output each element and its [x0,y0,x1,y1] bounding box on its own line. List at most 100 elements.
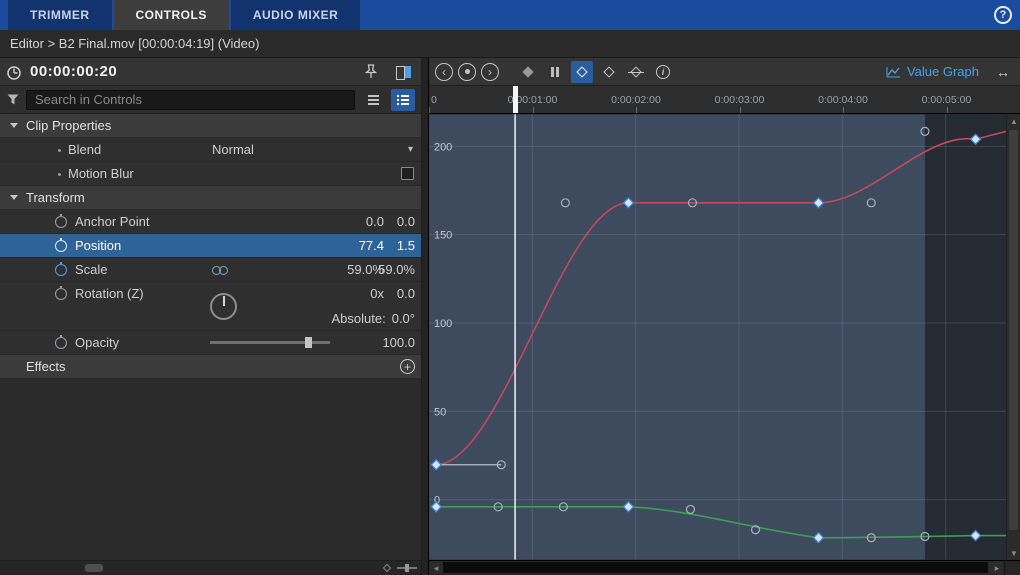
linear-keyframe-button[interactable] [517,61,539,83]
property-row-position[interactable]: Position 77.4 1.5 [0,234,421,258]
zoom-to-fit-icon[interactable]: ↔ [996,64,1010,80]
rotation-degrees-value[interactable]: 0.0 [370,282,415,305]
property-row-blend[interactable]: Blend Normal ▾ [0,138,421,162]
help-icon[interactable]: ? [994,6,1012,24]
position-y-value[interactable]: 1.5 [370,234,415,257]
opacity-slider[interactable] [210,341,330,344]
stopwatch-icon[interactable] [55,264,67,276]
info-icon: i [656,65,670,79]
value-graph-toggle[interactable]: Value Graph [886,64,979,79]
collapse-triangle-icon[interactable] [10,195,18,200]
next-keyframe-button[interactable]: › [481,63,499,81]
stopwatch-icon[interactable] [55,216,67,228]
y-axis-label: 100 [434,318,452,330]
hold-keyframe-icon [551,67,559,77]
absolute-label: Absolute: [332,311,386,326]
search-row [0,86,421,114]
section-clip-properties[interactable]: Clip Properties [0,114,421,138]
stopwatch-icon[interactable] [55,240,67,252]
smooth-keyframe-button[interactable] [571,61,593,83]
link-values-icon[interactable] [212,266,230,275]
ruler-tick-label: 0:00:05:00 [922,94,972,106]
collapse-triangle-icon[interactable] [10,123,18,128]
anchor-y-value[interactable]: 0.0 [370,210,415,233]
scroll-up-arrow[interactable]: ▲ [1007,114,1020,128]
breadcrumb[interactable]: Editor > B2 Final.mov [00:00:04:19] (Vid… [0,30,1020,58]
pin-panel-button[interactable] [359,61,383,83]
panel-bottom-tools [384,563,417,573]
scrollbar-thumb[interactable] [1009,130,1018,530]
y-axis-label: 150 [434,230,452,242]
list-view-button[interactable] [361,89,385,111]
manual-bezier-keyframe-button[interactable] [625,61,647,83]
y-axis-label: 200 [434,141,452,153]
filter-funnel-icon[interactable] [6,93,20,106]
scroll-down-arrow[interactable]: ▼ [1007,546,1020,560]
property-list: Clip Properties Blend Normal ▾ Motion Bl… [0,114,421,560]
blend-mode-dropdown-value[interactable]: Normal [212,138,254,161]
next-keyframe-icon: › [488,66,492,78]
bezier-handle-line-icon [628,72,644,73]
property-row-opacity[interactable]: Opacity 100.0 % [0,331,421,355]
scrollbar-thumb[interactable] [443,562,988,573]
detail-view-button[interactable] [391,89,415,111]
current-timecode[interactable]: 00:00:00:20 [30,63,117,80]
panel-zoom-slider[interactable] [397,567,417,569]
add-keyframe-button[interactable] [458,63,476,81]
scroll-right-arrow[interactable]: ▸ [990,561,1004,575]
previous-keyframe-icon: ‹ [442,66,446,78]
mini-keyframe-icon[interactable] [383,564,391,572]
scrollbar-thumb[interactable] [85,564,103,572]
scale-y-value[interactable]: 59.0% [370,258,415,281]
section-transform[interactable]: Transform [0,186,421,210]
add-keyframe-icon [465,69,470,74]
y-axis-label: 50 [434,406,446,418]
ruler-tick-label: 0:00:04:00 [818,94,868,106]
dropdown-caret-icon[interactable]: ▾ [408,138,413,161]
clip-duration-region [429,114,925,559]
add-effect-button[interactable]: + [400,359,415,374]
breadcrumb-text[interactable]: Editor > B2 Final.mov [00:00:04:19] (Vid… [10,36,259,51]
current-time-clock-icon [6,64,22,80]
playhead-marker[interactable] [513,86,518,113]
hold-keyframe-button[interactable] [544,61,566,83]
ruler-tick [947,107,948,114]
property-row-rotation[interactable]: Rotation (Z) 0x 0.0 Absolute:0.0° [0,282,421,331]
tab-audio-mixer[interactable]: AUDIO MIXER [231,0,361,30]
plus-icon: + [404,361,411,373]
motion-blur-checkbox[interactable] [401,167,414,180]
graph-horizontal-scrollbar[interactable]: ◂ ▸ [429,560,1020,574]
controls-header: 00:00:00:20 [0,58,421,86]
property-label: Anchor Point [75,210,149,233]
split-view-button[interactable] [391,61,415,83]
section-label: Clip Properties [26,118,111,133]
ruler-tick-label: 0:00:02:00 [611,94,661,106]
rotation-dial[interactable] [210,293,237,320]
value-graph-canvas[interactable]: 200150100500 [429,114,1006,560]
keyframe-info-button[interactable]: i [652,61,674,83]
graph-vertical-scrollbar[interactable]: ▲ ▼ [1006,114,1020,560]
scroll-left-arrow[interactable]: ◂ [429,561,443,575]
bezier-keyframe-button[interactable] [598,61,620,83]
search-input[interactable] [26,90,355,110]
property-row-anchor-point[interactable]: Anchor Point 0.0 0.0 [0,210,421,234]
top-tab-bar: TRIMMER CONTROLS AUDIO MIXER ? [0,0,1020,30]
stopwatch-icon[interactable] [55,337,67,349]
split-panel-icon [396,66,411,78]
section-effects[interactable]: Effects + [0,355,421,379]
bezier-keyframe-icon [603,66,614,77]
tab-controls[interactable]: CONTROLS [114,0,229,30]
tab-label: AUDIO MIXER [253,8,339,22]
tab-trimmer[interactable]: TRIMMER [8,0,112,30]
opacity-slider-thumb[interactable] [305,337,312,348]
property-row-motion-blur[interactable]: Motion Blur [0,162,421,186]
controls-horizontal-scrollbar[interactable] [0,560,421,574]
property-row-scale[interactable]: Scale 59.0% 59.0% [0,258,421,282]
controls-vertical-scrollbar[interactable] [421,58,428,574]
list-icon [368,95,379,105]
property-label: Position [75,234,121,257]
timeline-ruler[interactable]: 00:00:01:000:00:02:000:00:03:000:00:04:0… [429,86,1020,114]
stopwatch-icon[interactable] [55,288,67,300]
previous-keyframe-button[interactable]: ‹ [435,63,453,81]
section-label: Effects [26,359,66,374]
